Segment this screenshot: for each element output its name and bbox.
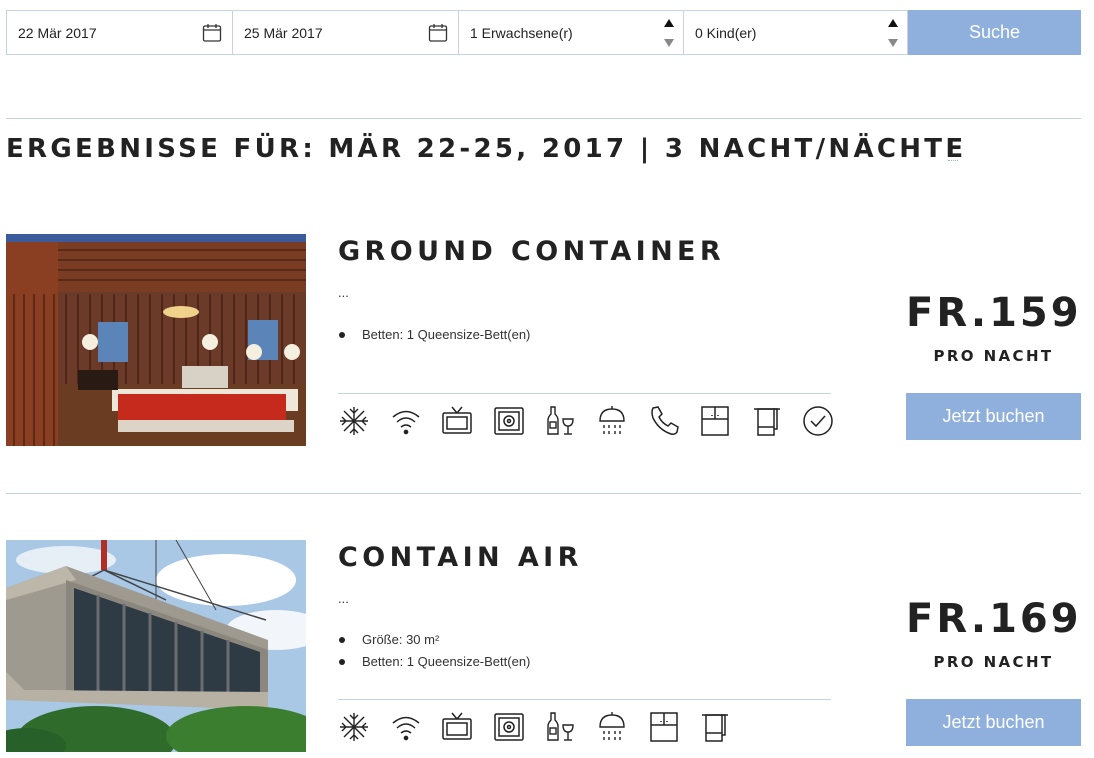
room-description: ... [338, 591, 349, 606]
search-button[interactable]: Suche [908, 10, 1081, 55]
children-stepper[interactable]: 0 Kind(er) [683, 10, 908, 55]
wifi-icon [390, 709, 442, 745]
check-icon [802, 403, 854, 439]
stepper-arrows-icon[interactable] [663, 17, 675, 49]
closet-icon [648, 709, 700, 745]
shower-icon [596, 709, 648, 745]
per-night-label: PRO NACHT [933, 347, 1054, 365]
phone-icon [648, 403, 700, 439]
per-night-label: PRO NACHT [933, 653, 1054, 671]
towel-icon [751, 403, 803, 439]
results-title: ERGEBNISSE FÜR: MÄR 22-25, 2017 | 3 NACH… [6, 134, 967, 164]
divider [948, 160, 958, 161]
calendar-icon[interactable] [428, 23, 448, 43]
room-name[interactable]: GROUND CONTAINER [338, 236, 725, 267]
safe-icon [493, 403, 545, 439]
room-price: FR.159 [906, 290, 1082, 336]
amenities-list [338, 709, 751, 745]
divider [6, 118, 1081, 119]
room-description: ... [338, 285, 349, 300]
snowflake-icon [338, 403, 390, 439]
room-features: Größe: 30 m² Betten: 1 Queensize-Bett(en… [338, 630, 530, 674]
towel-icon [699, 709, 751, 745]
shower-icon [596, 403, 648, 439]
adults-value: 1 Erwachsene(r) [470, 24, 573, 41]
children-value: 0 Kind(er) [695, 24, 757, 41]
feature-item: Betten: 1 Queensize-Bett(en) [338, 325, 530, 347]
wifi-icon [390, 403, 442, 439]
amenities-list [338, 403, 854, 439]
divider [338, 393, 831, 394]
booking-search-bar: 22 Mär 2017 25 Mär 2017 1 Erwachsene(r) … [6, 10, 1081, 55]
snowflake-icon [338, 709, 390, 745]
book-now-button[interactable]: Jetzt buchen [906, 699, 1081, 746]
tv-icon [441, 709, 493, 745]
minibar-icon [544, 709, 596, 745]
feature-item: Betten: 1 Queensize-Bett(en) [338, 652, 530, 674]
room-image-contain-air[interactable] [6, 540, 306, 752]
room-features: Betten: 1 Queensize-Bett(en) [338, 325, 530, 347]
divider [338, 699, 831, 700]
feature-item: Größe: 30 m² [338, 630, 530, 652]
adults-stepper[interactable]: 1 Erwachsene(r) [458, 10, 683, 55]
room-image-ground-container[interactable] [6, 234, 306, 446]
tv-icon [441, 403, 493, 439]
calendar-icon[interactable] [202, 23, 222, 43]
safe-icon [493, 709, 545, 745]
book-now-button[interactable]: Jetzt buchen [906, 393, 1081, 440]
checkin-date-value: 22 Mär 2017 [18, 24, 97, 41]
room-price: FR.169 [906, 596, 1082, 642]
stepper-arrows-icon[interactable] [887, 17, 899, 49]
minibar-icon [544, 403, 596, 439]
checkout-date-field[interactable]: 25 Mär 2017 [232, 10, 458, 55]
closet-icon [699, 403, 751, 439]
divider [6, 493, 1081, 494]
checkin-date-field[interactable]: 22 Mär 2017 [6, 10, 232, 55]
checkout-date-value: 25 Mär 2017 [244, 24, 323, 41]
room-name[interactable]: CONTAIN AIR [338, 542, 583, 573]
